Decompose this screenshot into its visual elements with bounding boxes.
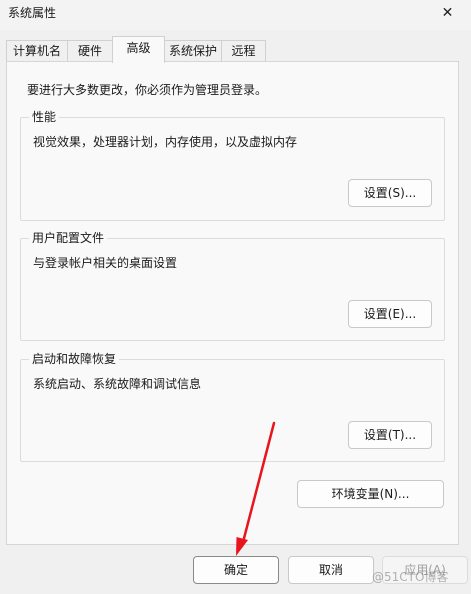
performance-group: 性能 视觉效果，处理器计划，内存使用，以及虚拟内存 设置(S)...	[20, 109, 445, 221]
title-bar: 系统属性 ✕	[0, 0, 471, 30]
close-icon: ✕	[441, 5, 454, 21]
tab-hardware[interactable]: 硬件	[67, 40, 113, 62]
admin-notice: 要进行大多数更改，你必须作为管理员登录。	[27, 83, 268, 97]
performance-settings-button[interactable]: 设置(S)...	[348, 179, 432, 207]
watermark: @51CTO博客	[372, 570, 449, 584]
user-profiles-group-desc: 与登录帐户相关的桌面设置	[33, 256, 178, 270]
cancel-button[interactable]: 取消	[288, 556, 374, 584]
close-button[interactable]: ✕	[424, 0, 471, 26]
user-profiles-group: 用户配置文件 与登录帐户相关的桌面设置 设置(E)...	[20, 230, 445, 341]
startup-recovery-group: 启动和故障恢复 系统启动、系统故障和调试信息 设置(T)...	[20, 351, 445, 462]
tab-advanced[interactable]: 高级	[112, 36, 165, 63]
performance-group-title: 性能	[29, 109, 60, 125]
window-title: 系统属性	[8, 6, 57, 20]
tab-remote[interactable]: 远程	[221, 40, 266, 62]
user-profiles-group-title: 用户配置文件	[29, 230, 108, 246]
ok-button[interactable]: 确定	[193, 556, 279, 584]
tab-computer-name[interactable]: 计算机名	[6, 40, 68, 62]
startup-recovery-group-desc: 系统启动、系统故障和调试信息	[33, 377, 202, 391]
startup-recovery-settings-button[interactable]: 设置(T)...	[348, 421, 432, 449]
performance-group-desc: 视觉效果，处理器计划，内存使用，以及虚拟内存	[33, 135, 298, 149]
environment-variables-button[interactable]: 环境变量(N)...	[297, 480, 444, 508]
user-profiles-settings-button[interactable]: 设置(E)...	[348, 300, 432, 328]
tab-system-protection[interactable]: 系统保护	[164, 40, 222, 62]
startup-recovery-group-title: 启动和故障恢复	[29, 351, 120, 367]
